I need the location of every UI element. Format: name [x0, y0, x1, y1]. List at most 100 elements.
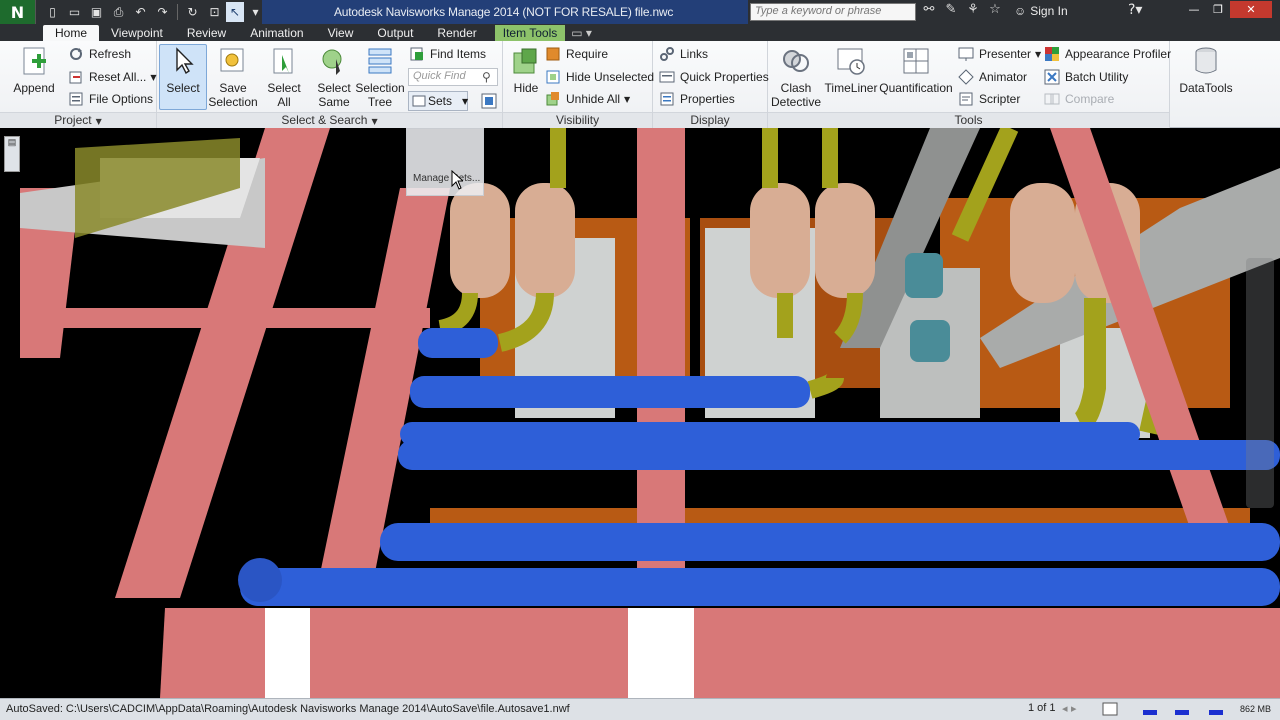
find-items-icon [409, 46, 425, 62]
restore-icon[interactable]: ❐ [1206, 1, 1230, 18]
close-icon[interactable]: ✕ [1230, 1, 1272, 18]
quantification-label: Quantification [879, 81, 953, 95]
tab-home[interactable]: Home [43, 25, 100, 41]
datatools-panel: DataTools [1170, 41, 1240, 128]
hide-unselected-icon [545, 69, 561, 85]
require-label: Require [566, 47, 609, 61]
timeliner-label: TimeLiner [824, 81, 878, 95]
undo-icon[interactable]: ↶ [130, 2, 151, 22]
sets-dropdown[interactable]: Sets ▼ [408, 91, 468, 111]
application-menu-button[interactable]: N [0, 0, 36, 24]
select-button[interactable]: Select [159, 44, 207, 110]
unhide-all-button[interactable]: Unhide All ▼ [545, 89, 630, 109]
scripter-button[interactable]: Scripter [958, 89, 1020, 109]
select-search-panel-title[interactable]: Select & Search ▼ [157, 112, 502, 128]
navigation-bar[interactable] [1246, 258, 1274, 508]
save-selection-button[interactable]: Save Selection [207, 45, 259, 109]
compare-label: Compare [1065, 92, 1115, 106]
pump-motor [910, 320, 950, 362]
quick-access-toolbar: ▯ ▭ ▣ ⎙ ↶ ↷ ↻ ⊡ ↖ ▾ [36, 0, 266, 24]
datatools-button[interactable]: DataTools [1178, 45, 1234, 95]
quantification-button[interactable]: Quantification [878, 45, 954, 95]
ribbon-options-icon[interactable]: ▭ ▾ [565, 25, 598, 41]
manage-sets-menu-item[interactable]: Manage Sets... [413, 173, 480, 184]
select-same-button[interactable]: Select Same [311, 45, 357, 109]
find-items-button[interactable]: Find Items [409, 44, 486, 64]
tab-item-tools[interactable]: Item Tools [494, 25, 566, 41]
binoculars-icon[interactable]: ⚯ [920, 2, 938, 17]
quick-find-search-icon[interactable]: ⚲ [482, 70, 491, 84]
viewport-side-tab[interactable]: ▤ [4, 136, 20, 172]
sets-dropdown-menu: Manage Sets... [406, 128, 484, 196]
presenter-button[interactable]: Presenter ▼ [958, 44, 1041, 64]
exchange-icon[interactable]: ⚘ [964, 2, 982, 17]
select-all-label-2: All [277, 95, 291, 109]
select-all-button[interactable]: Select All [261, 45, 307, 109]
append-button[interactable]: Append [8, 45, 60, 95]
animator-button[interactable]: Animator [958, 67, 1027, 87]
tab-render[interactable]: Render [425, 25, 488, 41]
star-icon[interactable]: ☆ [986, 2, 1004, 17]
chevron-down-icon: ▼ [1035, 49, 1042, 59]
visibility-panel-title: Visibility [503, 112, 652, 128]
memory-usage: 862 MB [1240, 704, 1272, 714]
refresh-icon[interactable]: ↻ [182, 2, 203, 22]
tab-animation[interactable]: Animation [238, 25, 315, 41]
reset-all-button[interactable]: Reset All... ▼ [68, 67, 157, 87]
appearance-profiler-label: Appearance Profiler [1065, 47, 1172, 61]
properties-label: Properties [680, 92, 735, 106]
open-file-icon[interactable]: ▭ [64, 2, 85, 22]
selection-tree-button[interactable]: Selection Tree [355, 45, 405, 109]
batch-utility-button[interactable]: Batch Utility [1044, 67, 1128, 87]
minimize-icon[interactable]: — [1182, 1, 1206, 18]
project-panel-title[interactable]: Project ▼ [0, 112, 156, 128]
tab-viewpoint[interactable]: Viewpoint [99, 25, 175, 41]
sets-manage-icon[interactable] [481, 93, 497, 112]
model-scene [0, 128, 1280, 698]
tab-view[interactable]: View [316, 25, 366, 41]
sheet-browser-icon[interactable] [1102, 702, 1118, 716]
user-icon: ☺ [1014, 4, 1027, 18]
sign-in-button[interactable]: ☺ Sign In [1014, 4, 1068, 18]
help-search-input[interactable]: Type a keyword or phrase [750, 3, 916, 21]
window-title: Autodesk Navisworks Manage 2014 (NOT FOR… [262, 0, 748, 24]
file-options-button[interactable]: File Options [68, 89, 153, 109]
refresh-button[interactable]: Refresh [68, 44, 131, 64]
animator-icon [958, 69, 974, 85]
save-selection-label-2: Selection [208, 95, 258, 109]
help-icon[interactable]: ?▾ [1128, 2, 1158, 18]
tools-icon[interactable]: ✎ [942, 2, 960, 17]
tab-output[interactable]: Output [365, 25, 425, 41]
quick-properties-button[interactable]: Quick Properties [659, 67, 769, 87]
select-label: Select [166, 81, 200, 95]
visibility-panel: Hide Require Hide Unselected Unhide All ▼… [503, 41, 654, 128]
sets-icon [412, 94, 426, 108]
tab-review[interactable]: Review [175, 25, 238, 41]
scripter-icon [958, 91, 974, 107]
selection-tree-label-1: Selection [355, 81, 405, 95]
appearance-profiler-button[interactable]: Appearance Profiler [1044, 44, 1171, 64]
hide-unselected-button[interactable]: Hide Unselected [545, 67, 654, 87]
clash-detective-label-2: Detective [770, 95, 822, 109]
hide-button[interactable]: Hide [507, 45, 545, 95]
new-file-icon[interactable]: ▯ [42, 2, 63, 22]
toolbar-divider [177, 4, 178, 20]
3d-viewport[interactable] [0, 128, 1280, 698]
require-button[interactable]: Require [545, 44, 608, 64]
select-all-icon [268, 45, 300, 77]
redo-icon[interactable]: ↷ [152, 2, 173, 22]
window-controls: — ❐ ✕ [1182, 1, 1272, 18]
measure-icon[interactable]: ⊡ [204, 2, 225, 22]
page-nav-arrows[interactable]: ◂ ▸ [1062, 702, 1077, 715]
links-button[interactable]: Links [659, 44, 708, 64]
select-cursor-icon[interactable]: ↖ [226, 2, 244, 22]
white-band [628, 608, 694, 698]
timeliner-button[interactable]: TimeLiner [824, 45, 878, 95]
print-icon[interactable]: ⎙ [108, 2, 129, 22]
save-selection-icon [217, 45, 249, 77]
clash-detective-button[interactable]: Clash Detective [770, 45, 822, 109]
append-label: Append [13, 81, 55, 95]
properties-button[interactable]: Properties [659, 89, 735, 109]
select-cursor-icon [167, 45, 199, 77]
save-icon[interactable]: ▣ [86, 2, 107, 22]
